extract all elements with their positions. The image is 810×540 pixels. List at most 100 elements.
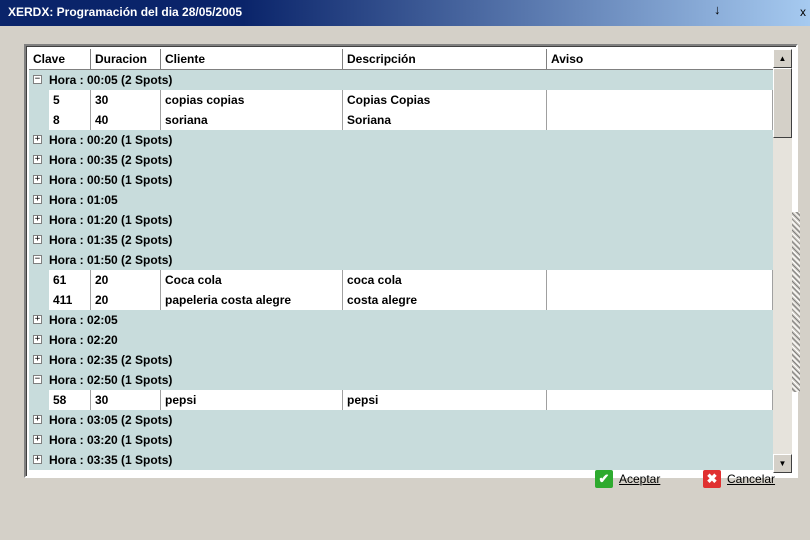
cell-duracion: 20 [91,290,161,311]
cell-cliente: soriana [161,110,343,131]
aceptar-label: Aceptar [619,472,661,486]
group-label: Hora : 02:20 [49,333,118,347]
row-indent [29,110,49,131]
expand-icon[interactable]: + [33,435,42,444]
cell-cliente: pepsi [161,390,343,411]
cell-descripcion: coca cola [343,270,547,291]
scroll-thumb[interactable] [773,68,792,138]
group-row[interactable]: + Hora : 00:50 (1 Spots) [29,170,773,191]
cell-duracion: 30 [91,90,161,111]
group-label: Hora : 02:05 [49,313,118,327]
cell-cliente: copias copias [161,90,343,111]
programacion-grid[interactable]: Clave Duracion Cliente Descripción Aviso… [24,44,798,478]
cell-descripcion: Copias Copias [343,90,547,111]
column-header-clave[interactable]: Clave [29,49,91,69]
expand-icon[interactable]: + [33,335,42,344]
checkmark-icon: ✔ [595,470,613,488]
group-row[interactable]: + Hora : 02:05 [29,310,773,331]
group-label: Hora : 00:35 (2 Spots) [49,153,173,167]
cell-clave: 5 [49,90,91,111]
expand-icon[interactable]: + [33,135,42,144]
cell-aviso [547,110,773,131]
column-header-cliente[interactable]: Cliente [161,49,343,69]
row-indent [29,390,49,411]
group-label: Hora : 00:50 (1 Spots) [49,173,173,187]
group-label: Hora : 01:05 [49,193,118,207]
collapse-icon[interactable]: − [33,375,42,384]
group-label: Hora : 03:20 (1 Spots) [49,433,173,447]
group-label: Hora : 00:20 (1 Spots) [49,133,173,147]
group-row[interactable]: + Hora : 03:05 (2 Spots) [29,410,773,431]
cell-cliente: Coca cola [161,270,343,291]
group-row[interactable]: + Hora : 00:20 (1 Spots) [29,130,773,151]
expand-icon[interactable]: + [33,455,42,464]
group-row[interactable]: + Hora : 00:35 (2 Spots) [29,150,773,171]
cancelar-button[interactable]: ✖ Cancelar [703,466,793,492]
group-label: Hora : 03:05 (2 Spots) [49,413,173,427]
data-row[interactable]: 5 30 copias copias Copias Copias [29,90,773,111]
resize-grip[interactable] [792,212,800,392]
cell-cliente: papeleria costa alegre [161,290,343,311]
group-row[interactable]: − Hora : 02:50 (1 Spots) [29,370,773,391]
data-row[interactable]: 411 20 papeleria costa alegre costa alegre [29,290,773,311]
expand-icon[interactable]: + [33,355,42,364]
cell-duracion: 20 [91,270,161,291]
group-row[interactable]: + Hora : 01:20 (1 Spots) [29,210,773,231]
row-indent [29,90,49,111]
cell-clave: 58 [49,390,91,411]
grid-content: Clave Duracion Cliente Descripción Aviso… [29,49,773,473]
title-bar[interactable]: XERDX: Programación del dia 28/05/2005 ↓… [0,0,810,26]
vertical-scrollbar[interactable]: ▲ ▼ [773,49,792,473]
cancelar-label: Cancelar [727,472,776,486]
group-row[interactable]: + Hora : 01:35 (2 Spots) [29,230,773,251]
scroll-up-button[interactable]: ▲ [773,49,792,68]
cell-aviso [547,390,773,411]
group-row[interactable]: − Hora : 01:50 (2 Spots) [29,250,773,271]
column-header-duracion[interactable]: Duracion [91,49,161,69]
cell-aviso [547,270,773,291]
group-label: Hora : 01:50 (2 Spots) [49,253,173,267]
group-label: Hora : 01:35 (2 Spots) [49,233,173,247]
cell-clave: 61 [49,270,91,291]
cell-duracion: 30 [91,390,161,411]
cell-descripcion: pepsi [343,390,547,411]
cell-clave: 8 [49,110,91,131]
cell-aviso [547,290,773,311]
expand-icon[interactable]: + [33,195,42,204]
collapse-icon[interactable]: − [33,255,42,264]
group-label: Hora : 00:05 (2 Spots) [49,73,173,87]
cell-clave: 411 [49,290,91,311]
group-label: Hora : 02:50 (1 Spots) [49,373,173,387]
data-row[interactable]: 61 20 Coca cola coca cola [29,270,773,291]
expand-icon[interactable]: + [33,215,42,224]
row-indent [29,270,49,291]
close-button[interactable]: x [800,5,806,19]
expand-icon[interactable]: + [33,235,42,244]
cell-descripcion: costa alegre [343,290,547,311]
group-row[interactable]: + Hora : 02:35 (2 Spots) [29,350,773,371]
group-row[interactable]: + Hora : 02:20 [29,330,773,351]
expand-icon[interactable]: + [33,315,42,324]
collapse-icon[interactable]: − [33,75,42,84]
data-row[interactable]: 8 40 soriana Soriana [29,110,773,131]
expand-icon[interactable]: + [33,155,42,164]
aceptar-button[interactable]: ✔ Aceptar [595,466,685,492]
column-header-aviso[interactable]: Aviso [547,49,773,69]
group-label: Hora : 03:35 (1 Spots) [49,453,173,467]
row-indent [29,290,49,311]
column-header-descripcion[interactable]: Descripción [343,49,547,69]
cell-descripcion: Soriana [343,110,547,131]
window-title: XERDX: Programación del dia 28/05/2005 [8,5,243,19]
expand-icon[interactable]: + [33,415,42,424]
group-row[interactable]: + Hora : 01:05 [29,190,773,211]
group-row[interactable]: − Hora : 00:05 (2 Spots) [29,70,773,91]
x-icon: ✖ [703,470,721,488]
grid-header: Clave Duracion Cliente Descripción Aviso [29,49,773,70]
expand-icon[interactable]: + [33,175,42,184]
group-label: Hora : 01:20 (1 Spots) [49,213,173,227]
cell-duracion: 40 [91,110,161,131]
group-row[interactable]: + Hora : 03:20 (1 Spots) [29,430,773,451]
group-label: Hora : 02:35 (2 Spots) [49,353,173,367]
data-row[interactable]: 58 30 pepsi pepsi [29,390,773,411]
cell-aviso [547,90,773,111]
